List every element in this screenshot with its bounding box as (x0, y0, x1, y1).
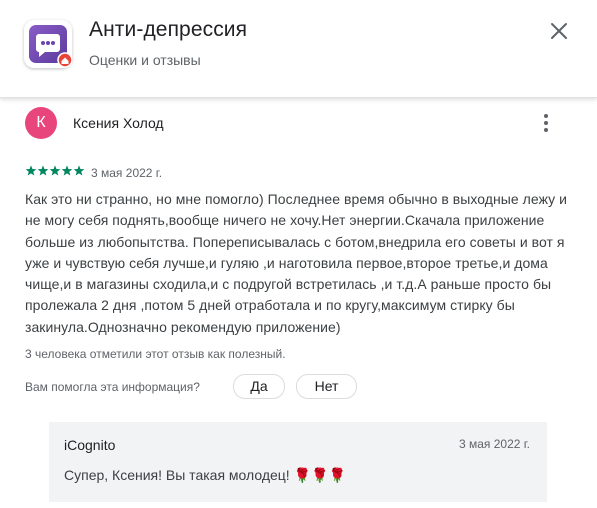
close-icon (551, 23, 567, 39)
reply-author: iCognito (64, 437, 116, 453)
star-icon (73, 165, 85, 176)
more-vert-icon (544, 114, 548, 132)
helpful-yes-button[interactable]: Да (233, 374, 285, 399)
reply-text: Супер, Ксения! Вы такая молодец! 🌹🌹🌹 (64, 467, 346, 483)
review-date: 3 мая 2022 г. (91, 166, 163, 180)
app-title: Анти-депрессия (89, 18, 248, 41)
reply-date: 3 мая 2022 г. (458, 437, 530, 451)
avatar: К (25, 107, 57, 139)
chat-bubble-icon (36, 34, 72, 68)
close-button[interactable] (545, 17, 573, 45)
star-icon (37, 165, 49, 176)
helpful-question: Вам помогла эта информация? (25, 380, 200, 394)
developer-reply: iCognito 3 мая 2022 г. Супер, Ксения! Вы… (49, 422, 547, 502)
helpful-no-button[interactable]: Нет (296, 374, 357, 399)
star-icon (25, 165, 37, 176)
helpful-count: 3 человека отметили этот отзыв как полез… (25, 347, 286, 361)
more-options-button[interactable] (536, 111, 556, 135)
app-icon (24, 20, 72, 68)
page-subtitle: Оценки и отзывы (89, 52, 201, 68)
reviewer-name: Ксения Холод (73, 115, 164, 131)
review-text: Как это ни странно, но мне помогло) Посл… (25, 191, 568, 335)
rating-stars (25, 165, 85, 176)
dialog-header: Анти-депрессия Оценки и отзывы (0, 0, 597, 98)
star-icon (49, 165, 61, 176)
star-icon (61, 165, 73, 176)
